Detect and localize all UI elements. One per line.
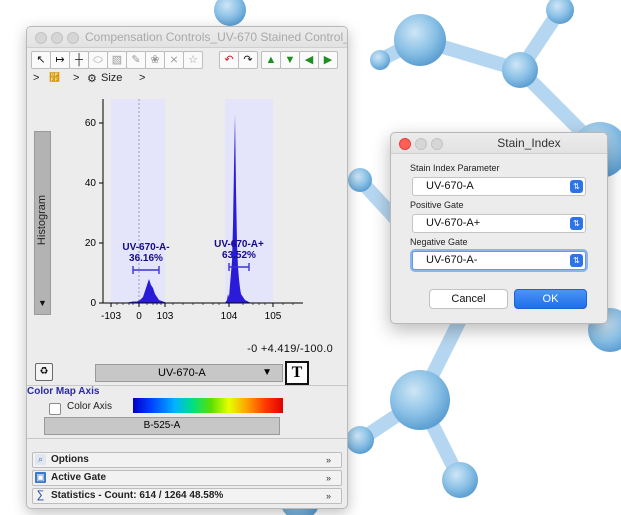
y-tick-label: 60 bbox=[85, 118, 97, 129]
x-tick-label: 0 bbox=[136, 311, 142, 322]
move-down-icon[interactable]: ▼ bbox=[280, 51, 300, 69]
negative-gate-select[interactable]: UV-670-A- ⇅ bbox=[412, 251, 586, 270]
ellipse-gate-icon[interactable]: ⬭ bbox=[88, 51, 108, 69]
minimize-icon[interactable] bbox=[51, 32, 63, 44]
statistics-panel[interactable]: ∑ Statistics - Count: 614 / 1264 48.58% … bbox=[32, 488, 342, 504]
gate-percent-label: 63.52% bbox=[222, 250, 256, 261]
axis-control-row: ♻ UV-670-A ▼ T bbox=[27, 361, 347, 385]
y-tick-label: 0 bbox=[90, 298, 96, 309]
color-axis-label: Color Axis bbox=[67, 401, 113, 412]
ok-button[interactable]: OK bbox=[514, 289, 587, 309]
zoom-icon[interactable] bbox=[67, 32, 79, 44]
chevron-double-down-icon: » bbox=[325, 473, 331, 483]
param-label: Stain Index Parameter bbox=[410, 163, 500, 173]
x-parameter-select[interactable]: UV-670-A ▼ bbox=[95, 364, 283, 382]
magnifier-icon: ⌕ bbox=[35, 454, 46, 465]
gate-name-label: UV-670-A+ bbox=[214, 239, 264, 250]
x-tick-label: 103 bbox=[157, 311, 174, 322]
gate-name-label: UV-670-A- bbox=[122, 242, 169, 253]
histogram-plot[interactable]: 0 20 40 60 -103 0 103 104 105 UV-670-A-36.16% UV-6… bbox=[63, 91, 343, 341]
breadcrumb-sep: > bbox=[73, 72, 80, 84]
chevron-updown-icon: ⇅ bbox=[570, 254, 583, 267]
y-tick-label: 20 bbox=[85, 238, 97, 249]
gate-population-icon[interactable]: ⚙ bbox=[87, 72, 97, 85]
negative-gate-label: Negative Gate bbox=[410, 237, 468, 247]
quad-gate-icon[interactable]: ┼ bbox=[69, 51, 89, 69]
positive-gate-select[interactable]: UV-670-A+ ⇅ bbox=[412, 214, 586, 233]
color-map-parameter-select[interactable]: B-525-A bbox=[44, 417, 280, 435]
x-tick-label: 104 bbox=[221, 311, 238, 322]
text-annotation-button[interactable]: T bbox=[285, 361, 309, 385]
polygon-gate-icon[interactable]: ▧ bbox=[107, 51, 127, 69]
panel-label: Options bbox=[51, 454, 89, 465]
range-gate-icon[interactable]: ↦ bbox=[50, 51, 70, 69]
spider-icon[interactable]: ❀ bbox=[145, 51, 165, 69]
pointer-icon[interactable]: ↖ bbox=[31, 51, 51, 69]
param-value: UV-670-A bbox=[426, 180, 474, 192]
param-select[interactable]: UV-670-A ⇅ bbox=[412, 177, 586, 196]
chevron-down-icon: ▼ bbox=[262, 367, 272, 378]
y-tick-label: 40 bbox=[85, 178, 97, 189]
negative-gate-value: UV-670-A- bbox=[426, 254, 478, 266]
move-up-icon[interactable]: ▲ bbox=[261, 51, 281, 69]
color-gradient-bar bbox=[133, 398, 283, 413]
panel-label: Active Gate bbox=[51, 472, 107, 483]
chevron-down-icon[interactable]: ▼ bbox=[38, 298, 47, 308]
histogram-side-tab[interactable]: Histogram ▼ bbox=[34, 131, 51, 315]
gate-region[interactable] bbox=[111, 99, 165, 303]
chevron-double-down-icon: » bbox=[325, 491, 331, 501]
positive-gate-value: UV-670-A+ bbox=[426, 217, 481, 229]
redo-icon[interactable]: ↷ bbox=[238, 51, 258, 69]
close-icon[interactable] bbox=[35, 32, 47, 44]
axis-readout: -0 +4.419/-100.0 bbox=[247, 343, 333, 355]
chevron-updown-icon: ⇅ bbox=[570, 217, 583, 230]
move-right-icon[interactable]: ▶ bbox=[318, 51, 338, 69]
cancel-button[interactable]: Cancel bbox=[429, 289, 508, 309]
pencil-icon[interactable]: ✎ bbox=[126, 51, 146, 69]
gate-percent-label: 36.16% bbox=[129, 253, 163, 264]
dialog-titlebar[interactable]: Stain_Index bbox=[391, 133, 607, 154]
window-titlebar[interactable]: Compensation Controls_UV-670 Stained Con… bbox=[27, 27, 347, 48]
breadcrumb-item-size[interactable]: Size bbox=[101, 72, 122, 84]
tube-icon[interactable]: ࿿ bbox=[49, 72, 60, 84]
split-gate-icon[interactable]: ☆ bbox=[183, 51, 203, 69]
chevron-updown-icon: ⇅ bbox=[570, 180, 583, 193]
options-panel[interactable]: ⌕ Options » bbox=[32, 452, 342, 468]
undo-icon[interactable]: ↶ bbox=[219, 51, 239, 69]
freehand-gate-icon[interactable]: ⨯ bbox=[164, 51, 184, 69]
positive-gate-label: Positive Gate bbox=[410, 200, 464, 210]
x-tick-label: -103 bbox=[101, 311, 121, 322]
chevron-double-down-icon: » bbox=[325, 455, 331, 465]
dialog-title: Stain_Index bbox=[497, 136, 561, 150]
side-tab-label: Histogram bbox=[36, 194, 48, 246]
stain-index-dialog: Stain_Index Stain Index Parameter UV-670… bbox=[390, 132, 608, 324]
color-map-title: Color Map Axis bbox=[27, 386, 100, 397]
gate-icon: ▣ bbox=[35, 472, 46, 483]
move-left-icon[interactable]: ◀ bbox=[299, 51, 319, 69]
panel-label: Statistics - Count: 614 / 1264 48.58% bbox=[51, 490, 224, 501]
breadcrumb-sep: > bbox=[33, 72, 40, 84]
breadcrumb-sep: > bbox=[139, 72, 146, 84]
sigma-icon: ∑ bbox=[36, 489, 45, 501]
compensation-window: Compensation Controls_UV-670 Stained Con… bbox=[26, 26, 348, 509]
color-map-axis-group: Color Map Axis Color Axis B-525-A bbox=[27, 385, 347, 439]
window-title: Compensation Controls_UV-670 Stained Con… bbox=[85, 30, 348, 44]
x-parameter-value: UV-670-A bbox=[158, 367, 206, 379]
refresh-icon[interactable]: ♻ bbox=[35, 363, 53, 381]
active-gate-panel[interactable]: ▣ Active Gate » bbox=[32, 470, 342, 486]
x-tick-label: 105 bbox=[265, 311, 282, 322]
color-axis-checkbox[interactable] bbox=[49, 403, 61, 415]
